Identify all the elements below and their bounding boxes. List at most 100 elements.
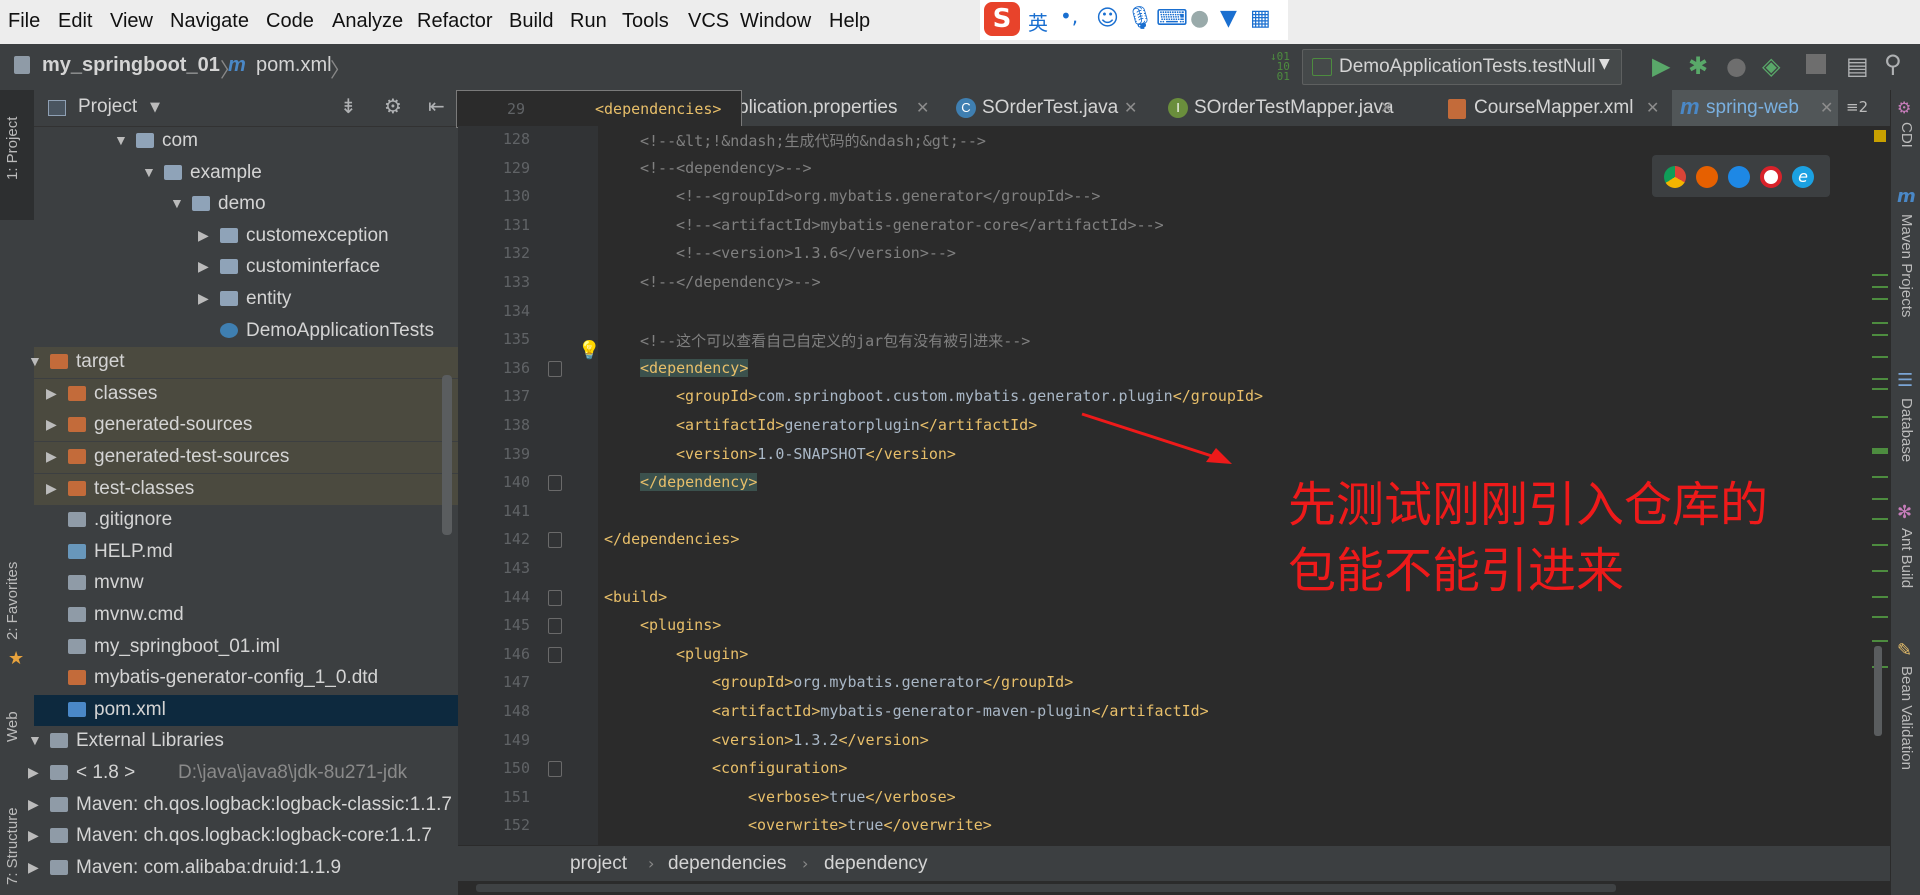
- menu-file[interactable]: File: [8, 10, 40, 33]
- tree-item[interactable]: ▶ custominterface: [34, 252, 458, 283]
- tree-item[interactable]: ▶ Maven: ch.qos.logback:logback-core:1.1.…: [28, 821, 458, 852]
- chevron-right-icon[interactable]: ▶: [28, 827, 39, 844]
- chevron-down-icon[interactable]: ▼: [28, 353, 42, 369]
- tool-tab-database[interactable]: Database: [1898, 398, 1915, 462]
- breadcrumb-item-project[interactable]: project: [570, 853, 627, 875]
- keyboard-icon[interactable]: ⌨: [1156, 6, 1188, 31]
- menu-code[interactable]: Code: [266, 10, 314, 33]
- tab-coursemapper-xml[interactable]: CourseMapper.xml ✕: [1444, 90, 1664, 126]
- tab-overflow-button[interactable]: ≡2: [1846, 98, 1868, 116]
- sogou-logo-icon[interactable]: S: [984, 2, 1020, 36]
- tab-sordertest-java[interactable]: C SOrderTest.java ✕: [952, 90, 1144, 126]
- collapse-all-icon[interactable]: ⇟: [340, 94, 357, 118]
- menu-run[interactable]: Run: [570, 10, 607, 33]
- chevron-down-icon[interactable]: ▼: [142, 164, 156, 180]
- nav-project[interactable]: my_springboot_01: [42, 54, 220, 77]
- chevron-right-icon[interactable]: ▶: [28, 764, 39, 781]
- chevron-down-icon[interactable]: ▼: [170, 195, 184, 211]
- tool-tab-cdi[interactable]: CDI: [1898, 122, 1915, 148]
- tree-item[interactable]: ▶ entity: [34, 284, 458, 315]
- tree-item[interactable]: my_springboot_01.iml: [34, 632, 458, 663]
- chevron-right-icon[interactable]: ▶: [198, 290, 209, 307]
- chevron-right-icon[interactable]: ▶: [198, 227, 209, 244]
- tree-item[interactable]: ▼ demo: [34, 189, 458, 220]
- user-icon[interactable]: ●: [1190, 6, 1209, 31]
- tree-item[interactable]: ▶ Maven: ch.qos.logback:logback-classic:1…: [28, 790, 458, 821]
- safari-icon[interactable]: [1728, 166, 1750, 188]
- tree-item[interactable]: ▶ generated-sources: [34, 410, 458, 442]
- close-icon[interactable]: ✕: [1380, 98, 1393, 118]
- project-view-title[interactable]: Project: [78, 96, 137, 118]
- fold-marker-icon[interactable]: [548, 761, 562, 778]
- tab-spring-web[interactable]: m spring-web ✕: [1672, 90, 1838, 129]
- hscroll-thumb[interactable]: [476, 884, 1616, 892]
- tree-item[interactable]: .gitignore: [34, 505, 458, 536]
- ie-icon[interactable]: e: [1792, 166, 1814, 188]
- nav-file[interactable]: pom.xml: [256, 54, 332, 77]
- tree-item[interactable]: mvnw.cmd: [34, 600, 458, 631]
- emoji-icon[interactable]: ☺: [1096, 6, 1119, 31]
- search-icon[interactable]: ⚲: [1884, 50, 1902, 78]
- chrome-icon[interactable]: [1664, 166, 1686, 188]
- chevron-down-icon[interactable]: ▼: [150, 100, 160, 115]
- fold-marker-icon[interactable]: [548, 532, 562, 549]
- tree-item[interactable]: mvnw: [34, 568, 458, 599]
- editor-scrollbar-thumb[interactable]: [1874, 646, 1882, 736]
- chevron-right-icon[interactable]: ▶: [46, 416, 57, 433]
- tree-item[interactable]: HELP.md: [34, 537, 458, 568]
- horizontal-scrollbar[interactable]: [458, 881, 1890, 895]
- menu-view[interactable]: View: [110, 10, 153, 33]
- project-structure-icon[interactable]: ▤: [1846, 52, 1869, 80]
- menu-edit[interactable]: Edit: [58, 10, 92, 33]
- run-icon[interactable]: ▶: [1652, 52, 1670, 80]
- close-icon[interactable]: ✕: [1820, 98, 1833, 118]
- debug-icon[interactable]: ✱: [1688, 52, 1708, 80]
- warning-indicator-icon[interactable]: [1874, 130, 1886, 142]
- tree-item[interactable]: mybatis-generator-config_1_0.dtd: [34, 663, 458, 694]
- tab-application-properties[interactable]: plication.properties ✕: [738, 90, 934, 126]
- chevron-right-icon[interactable]: ▶: [46, 385, 57, 402]
- microphone-icon[interactable]: 🎙: [1126, 6, 1154, 31]
- binary-icon[interactable]: ↓01 10 01: [1270, 51, 1290, 82]
- menu-window[interactable]: Window: [740, 10, 811, 33]
- run-configuration-select[interactable]: DemoApplicationTests.testNull ▼: [1302, 49, 1622, 85]
- lightbulb-icon[interactable]: 💡: [578, 340, 600, 361]
- tree-item[interactable]: DemoApplicationTests: [34, 316, 458, 347]
- tool-tab-structure[interactable]: 7: Structure: [4, 807, 21, 885]
- tree-item[interactable]: ▶ test-classes: [34, 473, 458, 505]
- opera-icon[interactable]: [1760, 166, 1782, 188]
- skin-icon[interactable]: ▼: [1220, 6, 1237, 31]
- fold-marker-icon[interactable]: [548, 618, 562, 635]
- tree-item[interactable]: ▶ customexception: [34, 221, 458, 252]
- menu-tools[interactable]: Tools: [622, 10, 669, 33]
- breadcrumb-item-dependencies[interactable]: dependencies: [668, 853, 786, 875]
- fold-marker-icon[interactable]: [548, 589, 562, 606]
- ime-punct-toggle[interactable]: •,: [1060, 4, 1078, 28]
- menu-help[interactable]: Help: [829, 10, 870, 33]
- toolbox-icon[interactable]: ▦: [1250, 6, 1271, 31]
- chevron-right-icon[interactable]: ▶: [46, 448, 57, 465]
- tool-tab-favorites[interactable]: 2: Favorites: [4, 562, 21, 640]
- menu-vcs[interactable]: VCS: [688, 10, 729, 33]
- tree-item[interactable]: ▼ External Libraries: [28, 726, 458, 757]
- fold-marker-icon[interactable]: [548, 646, 562, 663]
- chevron-down-icon[interactable]: ▼: [28, 732, 42, 748]
- tree-item[interactable]: ▶ Maven: com.alibaba:druid:1.1.9: [28, 853, 458, 884]
- tool-tab-ant-build[interactable]: Ant Build: [1898, 528, 1915, 588]
- stop-icon[interactable]: [1806, 54, 1826, 74]
- tree-item[interactable]: ▼ com: [34, 126, 458, 157]
- breadcrumb-item-dependency[interactable]: dependency: [824, 853, 928, 875]
- menu-analyze[interactable]: Analyze: [332, 10, 403, 33]
- close-icon[interactable]: ✕: [1646, 98, 1659, 118]
- hide-panel-icon[interactable]: ⇤: [428, 94, 445, 118]
- chevron-down-icon[interactable]: ▼: [114, 132, 128, 148]
- gear-icon[interactable]: ⚙: [384, 94, 402, 118]
- tree-item[interactable]: ▶ generated-test-sources: [34, 442, 458, 473]
- tool-tab-project[interactable]: 1: Project: [4, 117, 21, 180]
- fold-marker-icon[interactable]: [548, 475, 562, 492]
- close-icon[interactable]: ✕: [916, 98, 929, 118]
- tool-tab-web[interactable]: Web: [4, 711, 21, 742]
- tab-sordertestmapper-java[interactable]: I SOrderTestMapper.java ✕: [1164, 90, 1400, 126]
- close-icon[interactable]: ✕: [1124, 98, 1137, 118]
- menu-navigate[interactable]: Navigate: [170, 10, 249, 33]
